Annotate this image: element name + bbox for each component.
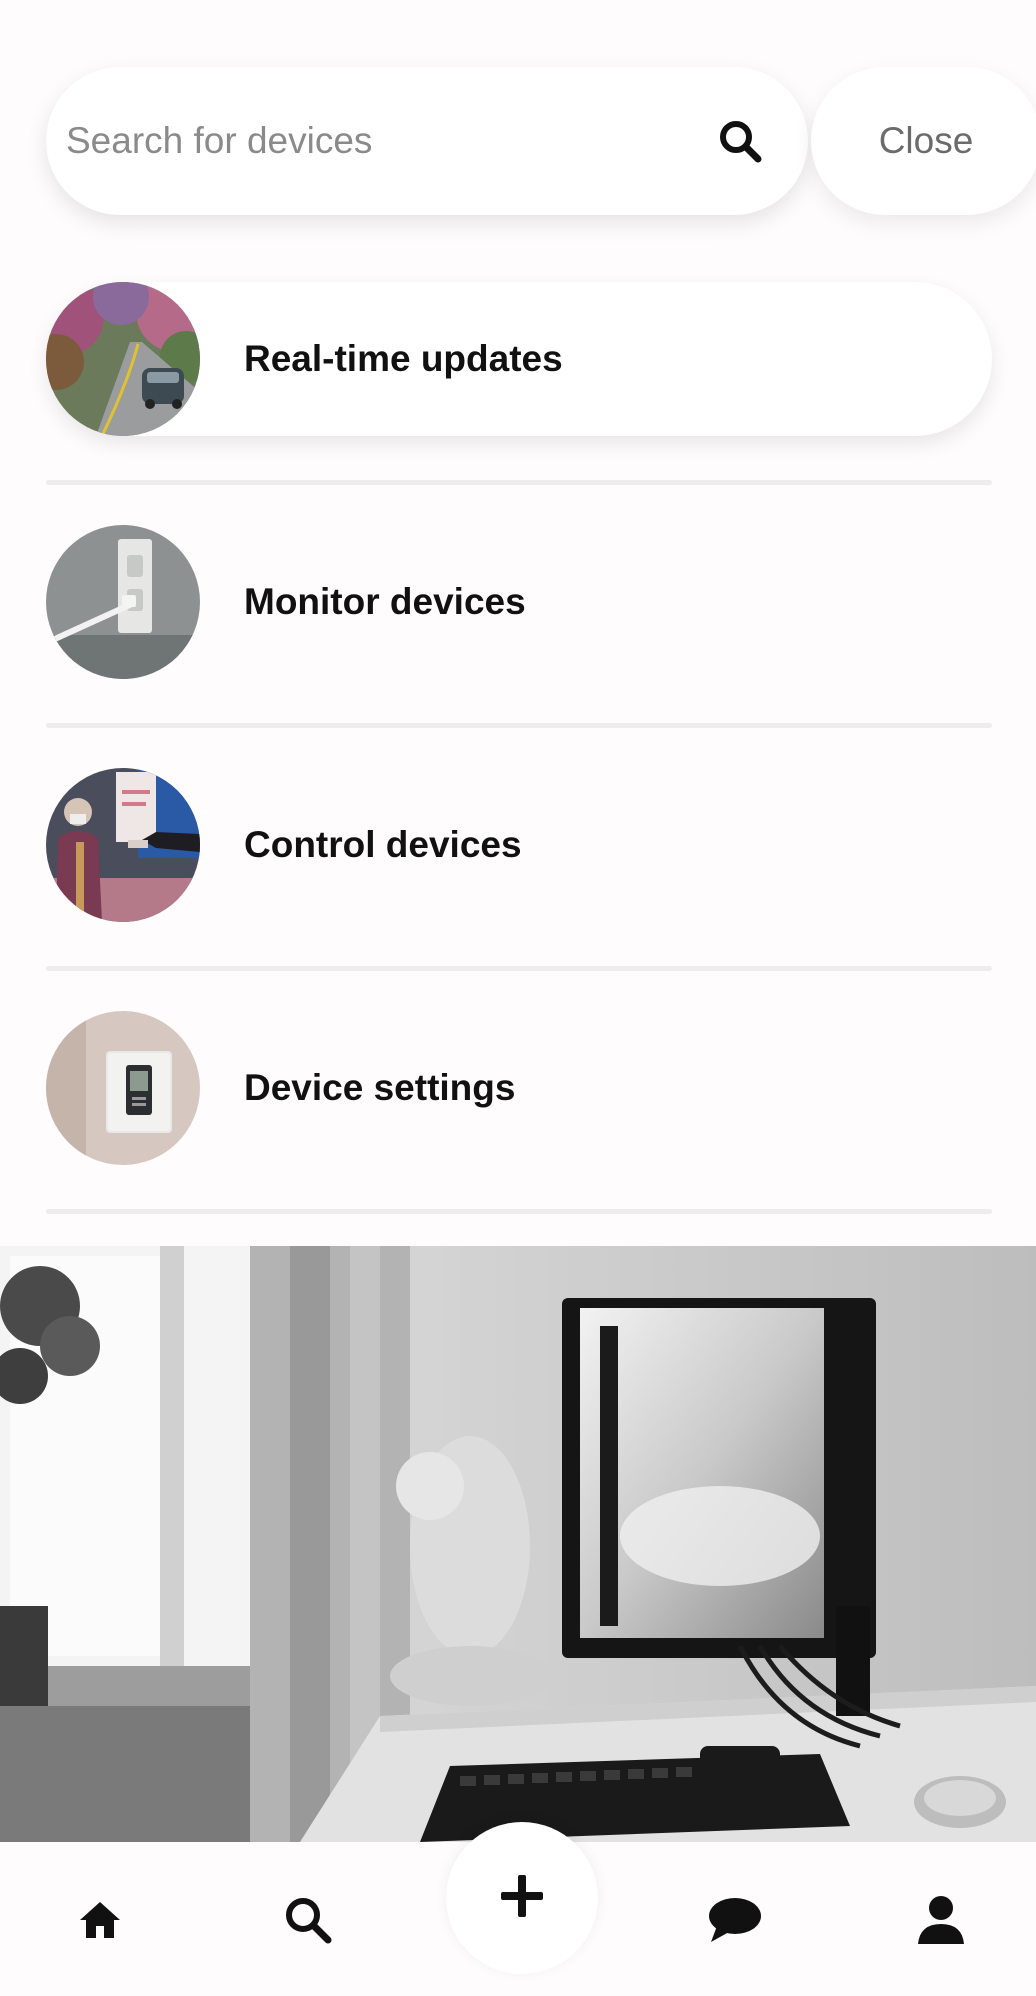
divider — [46, 723, 992, 728]
divider — [46, 480, 992, 485]
menu-item-label: Device settings — [244, 1067, 516, 1108]
people-handoff-thumbnail — [46, 768, 200, 922]
divider — [46, 1209, 992, 1214]
device-search-screen: Close Real-time updates — [0, 0, 1036, 1996]
user-icon[interactable] — [911, 1890, 971, 1950]
add-button[interactable] — [446, 1822, 598, 1974]
menu-item-label: Monitor devices — [244, 581, 526, 622]
search-bar — [46, 67, 808, 215]
search-input[interactable] — [66, 120, 712, 162]
divider — [46, 966, 992, 971]
thermostat-thumbnail — [46, 1011, 200, 1165]
search-icon[interactable] — [278, 1890, 338, 1950]
search-icon[interactable] — [712, 113, 768, 169]
wall-outlet-thumbnail — [46, 525, 200, 679]
menu-item-label: Control devices — [244, 824, 522, 865]
chat-icon[interactable] — [705, 1890, 765, 1950]
close-button[interactable]: Close — [811, 67, 1036, 215]
plus-icon — [497, 1871, 547, 1926]
road-car-thumbnail — [46, 282, 200, 436]
home-icon[interactable] — [70, 1890, 130, 1950]
menu-item-control-devices[interactable]: Control devices — [46, 768, 992, 922]
menu-item-device-settings[interactable]: Device settings — [46, 1011, 992, 1165]
menu-item-real-time-updates[interactable]: Real-time updates — [46, 282, 992, 436]
desk-monitor-photo — [0, 1246, 1036, 1842]
menu-item-label: Real-time updates — [244, 338, 563, 379]
menu-item-monitor-devices[interactable]: Monitor devices — [46, 525, 992, 679]
